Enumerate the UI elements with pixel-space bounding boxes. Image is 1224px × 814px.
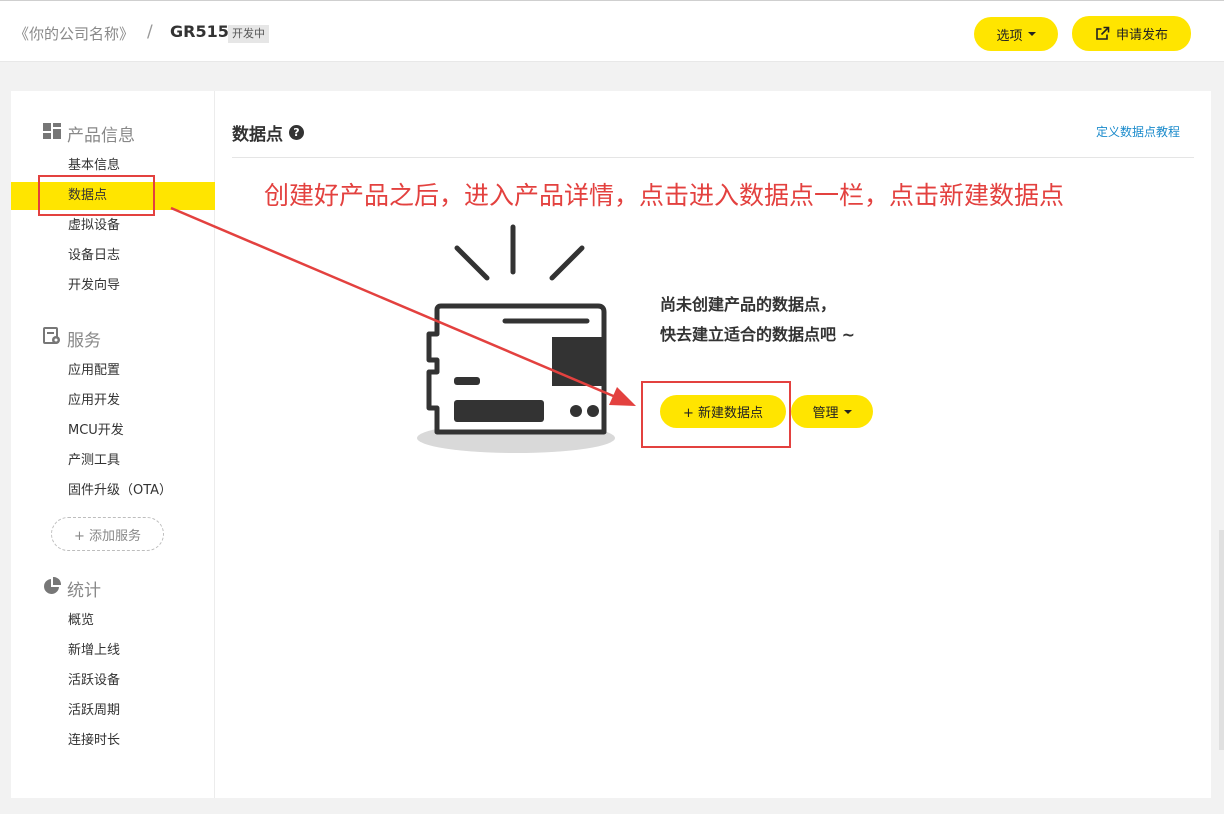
empty-state-illustration [413,222,633,462]
sidebar-item-virtual-device[interactable]: 虚拟设备 [11,212,215,240]
empty-state-message: 尚未创建产品的数据点， 快去建立适合的数据点吧 ~ [660,290,855,350]
service-gear-icon [43,327,61,349]
page-scrollbar[interactable] [1219,530,1224,750]
sidebar-item-new-online[interactable]: 新增上线 [11,637,215,665]
options-label: 选项 [996,28,1023,44]
header-divider [232,157,1194,158]
tutorial-link[interactable]: 定义数据点教程 [1096,123,1180,140]
sidebar-item-app-config[interactable]: 应用配置 [11,357,215,385]
sidebar-item-test-tool[interactable]: 产测工具 [11,447,215,475]
sidebar-section-services: 服务 [43,327,101,351]
publish-label: 申请发布 [1115,28,1168,43]
sidebar-section-product-info: 产品信息 [43,122,135,146]
help-icon[interactable]: ? [289,125,304,140]
add-service-button[interactable]: + 添加服务 [51,517,164,551]
sidebar-section-statistics: 统计 [43,576,101,601]
options-dropdown-button[interactable]: 选项 [974,17,1058,51]
annotation-instruction: 创建好产品之后，进入产品详情，点击进入数据点一栏，点击新建数据点 [264,181,1065,210]
sidebar-item-basic-info[interactable]: 基本信息 [11,152,215,180]
manage-dropdown-button[interactable]: 管理 [791,395,873,428]
external-link-icon [1095,26,1110,41]
sidebar-item-datapoints[interactable]: 数据点 [11,182,215,210]
breadcrumb-product-name: GR515 [170,22,229,41]
sidebar: 产品信息 基本信息 数据点 虚拟设备 设备日志 开发向导 服务 应用配置 应用开… [11,91,215,798]
caret-down-icon [1027,32,1036,36]
page-title-text: 数据点 [232,125,283,145]
sidebar-item-ota[interactable]: 固件升级（OTA） [11,477,215,505]
publish-button[interactable]: 申请发布 [1072,16,1191,51]
sidebar-item-device-log[interactable]: 设备日志 [11,242,215,270]
empty-state-line-2: 快去建立适合的数据点吧 ~ [660,325,855,344]
empty-state-line-1: 尚未创建产品的数据点， [660,295,837,314]
sidebar-item-active-period[interactable]: 活跃周期 [11,697,215,725]
sidebar-item-connect-duration[interactable]: 连接时长 [11,727,215,755]
sidebar-section-title: 产品信息 [67,125,135,146]
caret-down-icon [843,409,852,414]
new-datapoint-button[interactable]: + 新建数据点 [660,395,786,428]
sidebar-item-mcu-dev[interactable]: MCU开发 [11,417,215,445]
sidebar-section-title: 统计 [67,580,101,601]
breadcrumb-company[interactable]: 《你的公司名称》 [14,23,134,44]
dashboard-icon [43,122,61,144]
top-bar: 《你的公司名称》 / GR515 开发中 选项 申请发布 [0,0,1224,62]
pie-chart-icon [43,576,62,599]
breadcrumb-separator: / [147,22,153,42]
status-badge: 开发中 [228,25,269,43]
sidebar-item-app-dev[interactable]: 应用开发 [11,387,215,415]
sidebar-item-overview[interactable]: 概览 [11,607,215,635]
manage-label: 管理 [812,406,839,421]
page-title: 数据点 ? [232,120,304,145]
sidebar-item-dev-guide[interactable]: 开发向导 [11,272,215,300]
sidebar-item-active-devices[interactable]: 活跃设备 [11,667,215,695]
sidebar-section-title: 服务 [67,330,101,351]
main-card: 产品信息 基本信息 数据点 虚拟设备 设备日志 开发向导 服务 应用配置 应用开… [11,91,1211,798]
